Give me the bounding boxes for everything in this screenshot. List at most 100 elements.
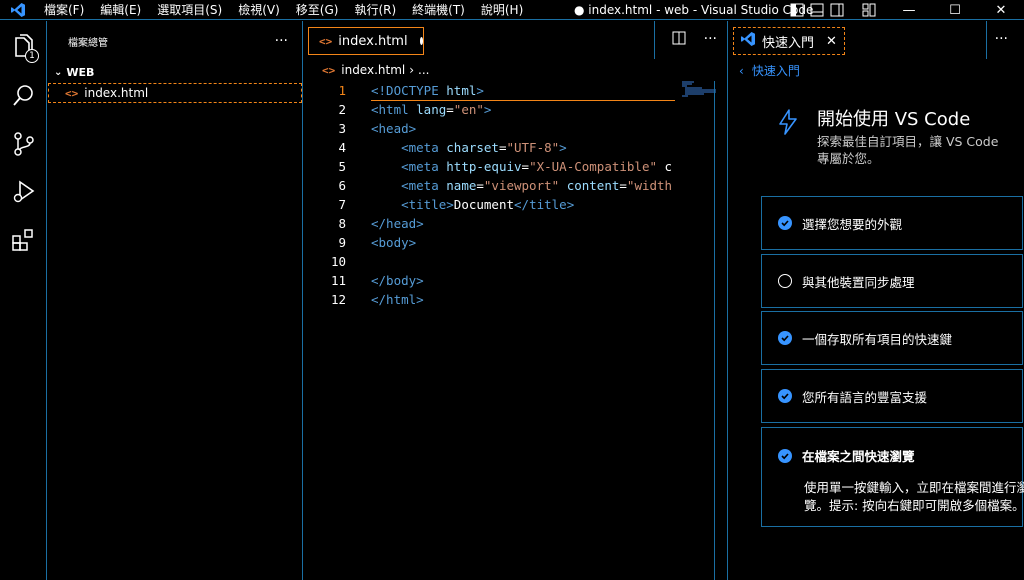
checkmark-circle-icon[interactable] (778, 448, 792, 463)
code-token: <head> (371, 121, 417, 136)
panel-more-icon[interactable]: ··· (995, 31, 1008, 47)
code-token: > (483, 102, 492, 117)
code-text: <head> (371, 119, 675, 138)
line-number: 12 (330, 292, 346, 307)
code-token: <body> (371, 235, 417, 250)
code-line: 7 <title>Document</title> (304, 195, 727, 214)
editor-more-icon[interactable]: ··· (704, 31, 717, 49)
menu-item[interactable]: 說明(H) (473, 0, 531, 20)
checkmark-circle-icon[interactable] (778, 216, 792, 230)
menu-item[interactable]: 檔案(F) (36, 0, 92, 20)
code-token: lang (416, 102, 447, 117)
back-link[interactable]: ‹ 快速入門 (739, 62, 800, 79)
step-description: 使用單一按鍵輸入，立即在檔案間進行瀏覽。提示: 按向右鍵即可開啟多個檔案。 (804, 480, 1024, 513)
code-token: = (476, 178, 484, 193)
code-token: </title> (514, 197, 575, 212)
close-icon[interactable]: ✕ (978, 0, 1024, 20)
line-number: 2 (338, 102, 346, 117)
code-token: "width (626, 178, 673, 193)
file-label: index.html (84, 86, 149, 100)
vertical-scrollbar[interactable] (714, 81, 715, 580)
line-number: 1 (338, 83, 346, 98)
step-label: 一個存取所有項目的快速鍵 (802, 331, 953, 347)
tab-get-started[interactable]: 快速入門 ✕ (733, 27, 845, 55)
unsaved-dot-icon[interactable] (419, 37, 423, 45)
minimap[interactable] (682, 81, 718, 99)
editor-tabs: <> index.html ··· (304, 21, 727, 59)
toggle-panel-icon[interactable] (809, 2, 825, 18)
menu-item[interactable]: 移至(G) (288, 0, 347, 20)
folder-web[interactable]: ⌄ WEB (48, 61, 302, 83)
code-text: <meta http-equiv="X-UA-Compatible" c (371, 157, 675, 176)
walkthrough-step[interactable]: 您所有語言的豐富支援 (761, 369, 1023, 423)
line-number: 9 (338, 235, 346, 250)
walkthrough-step[interactable]: 選擇您想要的外觀 (761, 196, 1023, 250)
code-text: </body> (371, 271, 675, 290)
code-text: </head> (371, 214, 675, 233)
folder-label: WEB (66, 65, 95, 79)
code-token: <!DOCTYPE (371, 83, 447, 98)
line-number: 7 (338, 197, 346, 212)
code-text: <html lang="en"> (371, 100, 675, 119)
step-label: 您所有語言的豐富支援 (802, 389, 928, 405)
welcome-panel: 快速入門 ✕ ··· ‹ 快速入門 開始使用 VS Code 探索最佳自訂項目，… (729, 21, 1024, 580)
html-file-icon: <> (65, 86, 79, 100)
code-token: http-equiv (446, 159, 522, 174)
code-token: html (446, 83, 477, 98)
step-label: 與其他裝置同步處理 (802, 274, 915, 290)
menu-item[interactable]: 編輯(E) (92, 0, 149, 20)
minimize-icon[interactable]: — (886, 0, 932, 20)
code-token: <html (371, 102, 417, 117)
code-line: 12 </html> (304, 290, 727, 309)
html-file-icon: <> (322, 63, 336, 77)
code-line: 10 (304, 252, 727, 271)
breadcrumb-more[interactable]: ... (418, 63, 429, 77)
code-line: 8 </head> (304, 214, 727, 233)
menu-item[interactable]: 選取項目(S) (149, 0, 230, 20)
toggle-primary-sidebar-icon[interactable] (789, 2, 805, 18)
line-number: 5 (338, 159, 346, 174)
file-index-html[interactable]: <> index.html (48, 83, 302, 103)
activity-bar: 1 (0, 21, 47, 580)
chevron-right-icon: › (409, 63, 415, 77)
checkmark-circle-icon[interactable] (778, 389, 792, 403)
empty-circle-icon[interactable] (778, 274, 792, 288)
breadcrumb-file[interactable]: index.html (341, 63, 405, 77)
checkmark-circle-icon[interactable] (778, 331, 792, 345)
code-text: <title>Document</title> (371, 195, 675, 214)
tab-index-html[interactable]: <> index.html (308, 27, 424, 55)
walkthrough-step[interactable]: 在檔案之間快速瀏覽使用單一按鍵輸入，立即在檔案間進行瀏覽。提示: 按向右鍵即可開… (761, 427, 1024, 527)
line-number: 10 (330, 254, 346, 269)
explorer-sidebar: 檔案總管 ··· ⌄ WEB <> index.html (48, 21, 303, 580)
line-number: 3 (338, 121, 346, 136)
walkthrough-step[interactable]: 一個存取所有項目的快速鍵 (761, 311, 1023, 365)
menu-item[interactable]: 終端機(T) (404, 0, 473, 20)
back-label: 快速入門 (751, 64, 800, 78)
menu-item[interactable]: 檢視(V) (230, 0, 288, 20)
code-token: "viewport" (483, 178, 560, 193)
close-icon[interactable]: ✕ (826, 34, 837, 49)
split-editor-icon[interactable] (672, 31, 686, 49)
walkthrough-step[interactable]: 與其他裝置同步處理 (761, 254, 1023, 308)
menu-item[interactable]: 執行(R) (346, 0, 404, 20)
tab-label: 快速入門 (762, 35, 815, 51)
step-label: 選擇您想要的外觀 (802, 216, 903, 232)
maximize-icon[interactable]: ☐ (932, 0, 978, 20)
explorer-more-icon[interactable]: ··· (275, 33, 288, 49)
code-token: charset (446, 140, 499, 155)
walkthrough-subtitle: 探索最佳自訂項目，讓 VS Code 專屬於您。 (817, 134, 999, 166)
explorer-icon[interactable]: 1 (11, 34, 39, 63)
toggle-secondary-sidebar-icon[interactable] (829, 2, 845, 18)
run-debug-icon[interactable] (11, 179, 37, 205)
source-control-icon[interactable] (11, 131, 37, 157)
code-line: 5 <meta http-equiv="X-UA-Compatible" c (304, 157, 727, 176)
search-icon[interactable] (11, 83, 37, 109)
extensions-icon[interactable] (11, 227, 37, 253)
customize-layout-icon[interactable] (861, 2, 877, 18)
code-token: "UTF-8" (506, 140, 560, 155)
step-label: 在檔案之間快速瀏覽 (802, 449, 915, 464)
code-editor[interactable]: 1 <!DOCTYPE html > 2 <html lang="en"> 3 <head>… (304, 81, 727, 309)
code-text: <body> (371, 233, 675, 252)
